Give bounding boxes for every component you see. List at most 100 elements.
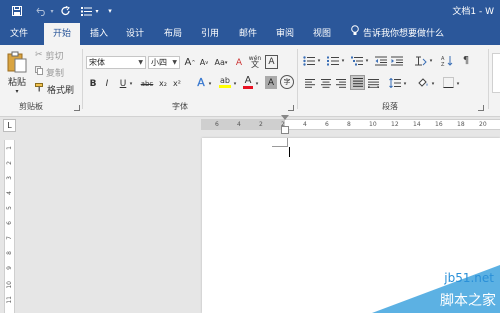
redo-icon[interactable] [60,4,72,18]
chinese-layout-dropdown-icon[interactable]: ▾ [428,54,434,67]
character-border-button[interactable]: A [265,55,278,69]
ribbon-home: 粘贴 ▾ ✂ 剪切 复制 格式刷 剪贴板 宋体 ▼ 小四 ▼ A ^ Av Aa ▾ A … [0,45,500,117]
sort-button[interactable]: AZ [440,54,454,67]
strikethrough-button[interactable]: abc [139,77,155,90]
tab-mailings[interactable]: 邮件 [233,23,263,45]
undo-icon[interactable] [34,4,48,18]
grow-font-button[interactable]: A ^ [184,56,196,69]
align-right-button[interactable] [335,77,347,89]
italic-button[interactable]: I [102,77,112,90]
crop-mark [272,146,288,147]
horizontal-ruler[interactable]: 6 4 2 2 4 6 8 10 12 14 16 18 20 [201,119,500,130]
enclose-characters-button[interactable]: 字 [280,75,294,89]
clear-formatting-button[interactable]: A [233,56,245,69]
watermark-name: 脚本之家 [440,293,496,309]
paste-icon[interactable] [6,51,28,73]
bullets-dropdown-icon[interactable]: ▾ [316,54,322,67]
increase-indent-button[interactable] [390,54,404,67]
shading-dropdown-icon[interactable]: ▾ [430,77,436,90]
paste-button[interactable]: 粘贴 [4,75,30,88]
tab-view[interactable]: 视图 [307,23,337,45]
tab-layout[interactable]: 布局 [158,23,188,45]
ruler-tick-label: 18 [457,121,465,128]
save-icon[interactable] [10,4,24,18]
format-painter-button[interactable]: 格式刷 [35,83,77,96]
tell-me-text: 告诉我你想要做什么 [363,29,445,39]
styles-gallery[interactable] [492,53,500,93]
change-case-button[interactable]: Aa ▾ [213,56,229,69]
font-size-dropdown[interactable]: 小四 ▼ [148,56,180,69]
tab-file[interactable]: 文件 [4,23,34,45]
ruler-tick-label: 2 [259,121,263,128]
tab-selector[interactable]: L [3,119,16,132]
ruler-tick-label: 8 [347,121,351,128]
first-line-indent-marker[interactable] [281,115,289,120]
show-formatting-marks-button[interactable]: ¶ [459,54,473,67]
distributed-button[interactable] [367,77,379,89]
bold-button[interactable]: B [88,77,98,90]
font-launcher-icon[interactable] [288,105,294,111]
tab-design[interactable]: 设计 [120,23,150,45]
ruler-tick-label: 4 [237,121,241,128]
underline-dropdown-icon[interactable]: ▾ [128,77,134,90]
list-dropdown-icon[interactable]: ▾ [94,4,100,18]
justify-button[interactable] [350,75,365,90]
customize-quick-access-icon[interactable]: ▾ [106,4,114,18]
ruler-tick-label: 10 [6,281,13,289]
phonetic-guide-button[interactable]: wén 文 [248,54,262,69]
paragraph-launcher-icon[interactable] [478,105,484,111]
paste-dropdown-icon[interactable]: ▾ [12,87,22,95]
borders-button[interactable] [441,76,455,89]
font-color-bar [243,86,253,89]
undo-dropdown-icon[interactable]: ▾ [48,4,56,18]
numbering-dropdown-icon[interactable]: ▾ [340,54,346,67]
chevron-down-icon: ▼ [138,59,143,66]
copy-button[interactable]: 复制 [35,66,75,79]
text-effects-button[interactable]: A [195,75,207,90]
clipboard-launcher-icon[interactable] [74,105,80,111]
align-center-button[interactable] [320,77,332,89]
line-spacing-dropdown-icon[interactable]: ▾ [402,77,408,90]
highlight-color-bar [219,85,231,88]
shrink-font-button[interactable]: Av [198,56,210,69]
highlight-dropdown-icon[interactable]: ▾ [232,77,238,90]
clipboard-group-label: 剪贴板 [19,102,43,111]
font-color-dropdown-icon[interactable]: ▾ [254,77,260,90]
text-effects-dropdown-icon[interactable]: ▾ [207,77,213,90]
tab-insert[interactable]: 插入 [84,23,114,45]
multilevel-dropdown-icon[interactable]: ▾ [364,54,370,67]
ruler-tick-label: 5 [6,206,13,210]
multilevel-list-button[interactable] [350,54,364,67]
tell-me-box[interactable]: 告诉我你想要做什么 [351,23,444,45]
text-cursor [289,147,290,157]
line-spacing-button[interactable] [388,76,402,89]
chinese-layout-button[interactable] [414,54,428,67]
bullets-button[interactable] [302,54,316,67]
numbering-button[interactable] [326,54,340,67]
separator [488,49,489,109]
underline-button[interactable]: U [118,77,128,90]
tab-review[interactable]: 审阅 [270,23,300,45]
site-watermark: jb51.net 脚本之家 [372,265,500,313]
ruler-tick-label: 3 [6,176,13,180]
shading-button[interactable] [416,76,430,89]
list-icon[interactable] [80,4,94,18]
vertical-ruler[interactable]: 1 2 3 4 5 6 7 8 9 10 11 [4,140,15,313]
ribbon-tabs: 文件 开始 插入 设计 布局 引用 邮件 审阅 视图 告诉我你想要做什么 [0,23,500,45]
borders-dropdown-icon[interactable]: ▾ [455,77,461,90]
highlight-button[interactable]: ab [218,75,232,90]
cut-button[interactable]: ✂ 剪切 [35,49,75,62]
align-left-button[interactable] [304,77,316,89]
superscript-button[interactable]: x² [171,77,183,90]
tab-home[interactable]: 开始 [44,23,80,45]
decrease-indent-button[interactable] [374,54,388,67]
svg-text:Z: Z [441,62,445,66]
left-indent-marker[interactable] [281,126,289,134]
window-title: 文档1 - W [452,7,494,17]
font-color-button[interactable]: A [242,75,254,90]
character-shading-button[interactable]: A [265,76,277,89]
font-name-dropdown[interactable]: 宋体 ▼ [86,56,146,69]
ruler-tick-label: 4 [6,191,13,195]
tab-references[interactable]: 引用 [195,23,225,45]
subscript-button[interactable]: x₂ [157,77,169,90]
